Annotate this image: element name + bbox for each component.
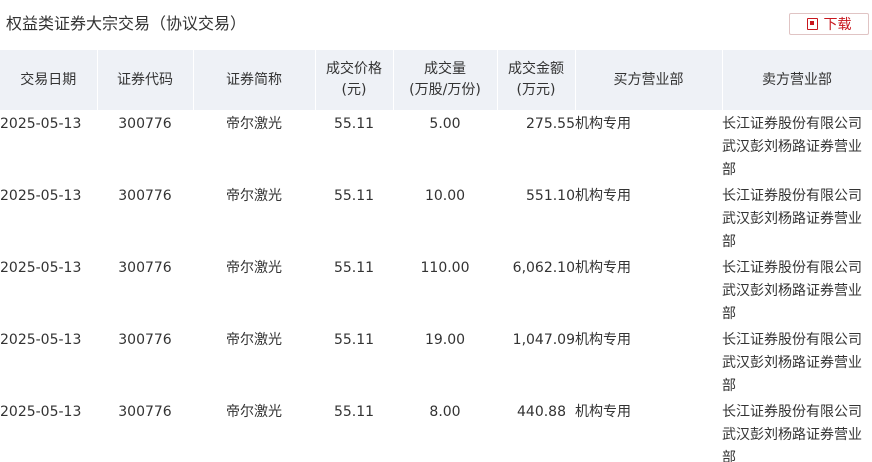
header-row: 交易日期 证券代码 证券简称 成交价格 (元) 成交量 (万股/万份) 成交金额…	[0, 50, 872, 110]
cell-code: 300776	[118, 188, 172, 204]
cell-volume: 19.00	[424, 332, 466, 348]
download-button[interactable]: 下载	[789, 13, 869, 35]
cell-amount: 440.88	[517, 404, 566, 420]
cell-seller: 长江证券股份有限公司武汉彭刘杨路证券营业部	[722, 188, 862, 250]
col-header-seller: 卖方营业部	[722, 50, 872, 110]
table-body: 2025-05-13 300776 帝尔激光 55.11 5.00 275.55…	[0, 110, 872, 462]
page-title: 权益类证券大宗交易（协议交易）	[6, 14, 247, 33]
cell-price: 55.11	[333, 116, 375, 132]
cell-volume: 5.00	[429, 116, 461, 132]
cell-code: 300776	[118, 116, 172, 132]
cell-amount: 551.10	[526, 188, 575, 204]
cell-buyer: 机构专用	[575, 404, 631, 420]
cell-code: 300776	[118, 404, 172, 420]
cell-code: 300776	[118, 260, 172, 276]
cell-seller: 长江证券股份有限公司武汉彭刘杨路证券营业部	[722, 116, 862, 178]
download-label: 下载	[823, 17, 852, 33]
cell-buyer: 机构专用	[575, 332, 631, 348]
cell-price: 55.11	[333, 260, 375, 276]
cell-volume: 8.00	[429, 404, 461, 420]
cell-seller: 长江证券股份有限公司武汉彭刘杨路证券营业部	[722, 332, 862, 394]
table-header: 交易日期 证券代码 证券简称 成交价格 (元) 成交量 (万股/万份) 成交金额…	[0, 50, 872, 110]
trade-table: 交易日期 证券代码 证券简称 成交价格 (元) 成交量 (万股/万份) 成交金额…	[0, 50, 872, 462]
col-header-code: 证券代码	[97, 50, 194, 110]
col-header-date: 交易日期	[0, 50, 98, 110]
col-header-name: 证券简称	[193, 50, 316, 110]
cell-name: 帝尔激光	[226, 332, 282, 348]
table-row: 2025-05-13 300776 帝尔激光 55.11 19.00 1,047…	[0, 326, 872, 398]
table-row: 2025-05-13 300776 帝尔激光 55.11 5.00 275.55…	[0, 110, 872, 182]
cell-name: 帝尔激光	[226, 188, 282, 204]
cell-date: 2025-05-13	[0, 260, 82, 276]
cell-seller: 长江证券股份有限公司武汉彭刘杨路证券营业部	[722, 260, 862, 322]
cell-date: 2025-05-13	[0, 116, 82, 132]
cell-seller: 长江证券股份有限公司武汉彭刘杨路证券营业部	[722, 404, 862, 462]
cell-name: 帝尔激光	[226, 260, 282, 276]
cell-name: 帝尔激光	[226, 404, 282, 420]
cell-buyer: 机构专用	[575, 188, 631, 204]
table-row: 2025-05-13 300776 帝尔激光 55.11 8.00 440.88…	[0, 398, 872, 462]
cell-price: 55.11	[333, 404, 375, 420]
cell-price: 55.11	[333, 188, 375, 204]
cell-date: 2025-05-13	[0, 404, 82, 420]
cell-buyer: 机构专用	[575, 260, 631, 276]
cell-amount: 1,047.09	[512, 332, 575, 348]
cell-volume: 10.00	[424, 188, 466, 204]
cell-name: 帝尔激光	[226, 116, 282, 132]
cell-date: 2025-05-13	[0, 188, 82, 204]
col-header-buyer: 买方营业部	[575, 50, 723, 110]
col-header-amount: 成交金额 (万元)	[497, 50, 576, 110]
download-icon	[806, 18, 818, 30]
cell-price: 55.11	[333, 332, 375, 348]
cell-amount: 275.55	[526, 116, 575, 132]
page-header: 权益类证券大宗交易（协议交易） 下载	[0, 0, 872, 50]
cell-amount: 6,062.10	[512, 260, 575, 276]
cell-volume: 110.00	[420, 260, 470, 276]
cell-buyer: 机构专用	[575, 116, 631, 132]
table-row: 2025-05-13 300776 帝尔激光 55.11 10.00 551.1…	[0, 182, 872, 254]
cell-code: 300776	[118, 332, 172, 348]
col-header-volume: 成交量 (万股/万份)	[393, 50, 498, 110]
table-row: 2025-05-13 300776 帝尔激光 55.11 110.00 6,06…	[0, 254, 872, 326]
cell-date: 2025-05-13	[0, 332, 82, 348]
col-header-price: 成交价格 (元)	[315, 50, 394, 110]
block-trade-page: 权益类证券大宗交易（协议交易） 下载 交易日期 证券代码 证券简称 成交价格 (…	[0, 0, 872, 462]
